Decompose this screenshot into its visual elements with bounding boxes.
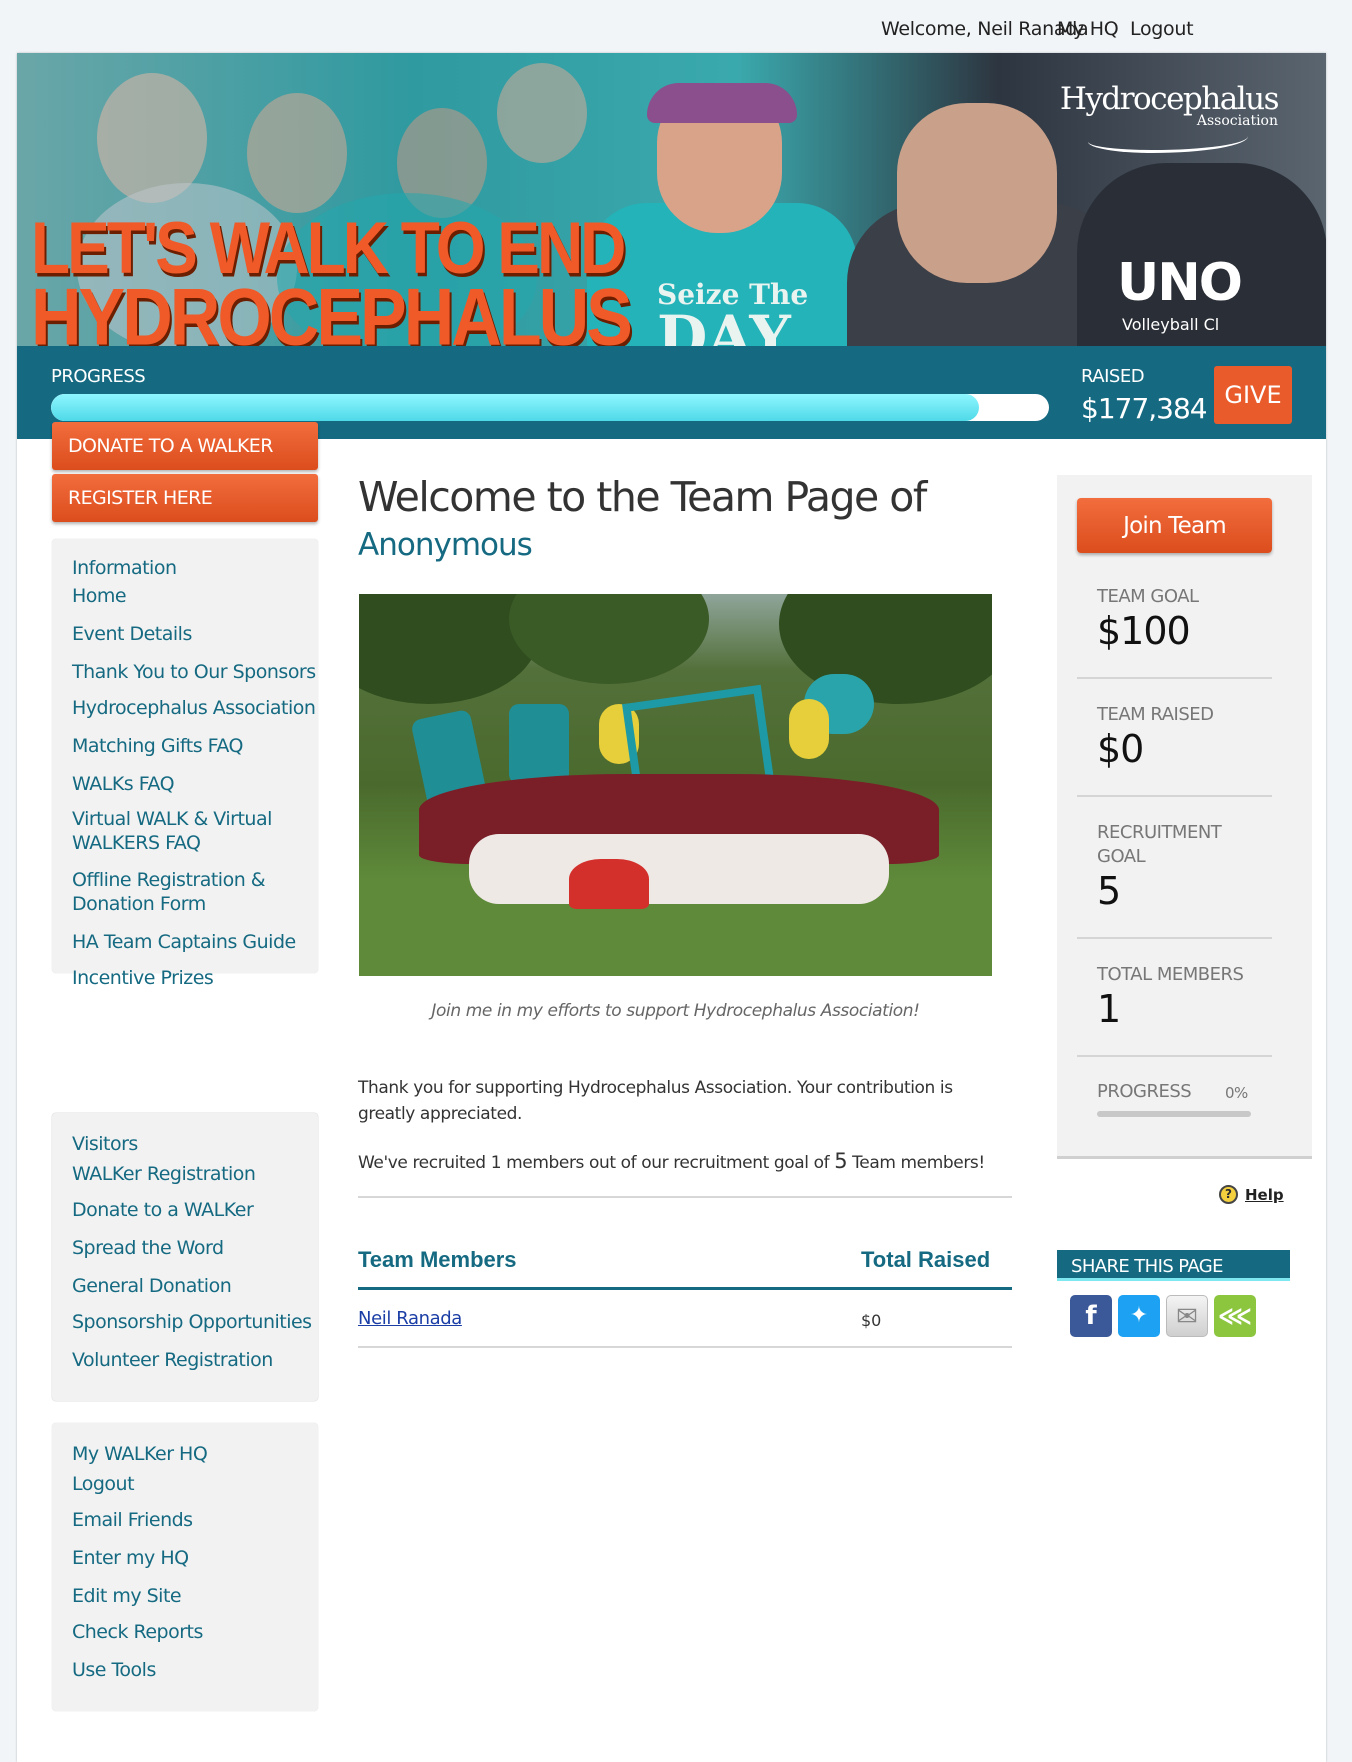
team-goal-label: TEAM GOAL — [1097, 586, 1199, 607]
nav-hydrocephalus-association[interactable]: Hydrocephalus Association — [72, 696, 316, 720]
table-header-line — [358, 1287, 1012, 1290]
register-here-button[interactable]: REGISTER HERE — [52, 474, 318, 522]
nav-hq-logout[interactable]: Logout — [72, 1472, 135, 1496]
table-row-divider — [358, 1346, 1012, 1348]
raised-label: RAISED — [1081, 366, 1145, 387]
team-members-header: Team Members — [358, 1247, 517, 1272]
nav-incentive-prizes[interactable]: Incentive Prizes — [72, 966, 214, 990]
nav-sponsorship-opportunities[interactable]: Sponsorship Opportunities — [72, 1310, 312, 1334]
visitors-panel-box: Visitors WALKer Registration Donate to a… — [52, 1113, 318, 1401]
total-raised-header: Total Raised — [861, 1247, 991, 1272]
join-team-button[interactable]: Join Team — [1077, 498, 1272, 553]
nav-matching-gifts-faq[interactable]: Matching Gifts FAQ — [72, 734, 243, 758]
raised-value: $177,384 — [1081, 392, 1208, 425]
nav-virtual-walk-faq[interactable]: Virtual WALK & Virtual WALKERS FAQ — [72, 807, 282, 855]
recruitment-goal-label: RECRUITMENT GOAL — [1097, 822, 1222, 867]
donate-to-walker-button[interactable]: DONATE TO A WALKER — [52, 422, 318, 470]
logo-title: Hydrocephalus — [1059, 81, 1280, 117]
nav-event-details[interactable]: Event Details — [72, 622, 192, 646]
nav-walker-registration[interactable]: WALKer Registration — [72, 1162, 256, 1186]
recruit-text: We've recruited 1 members out of our rec… — [358, 1148, 1018, 1176]
shirt-text-day: DAY — [657, 303, 791, 346]
nav-home[interactable]: Home — [72, 584, 127, 608]
give-button[interactable]: GIVE — [1214, 366, 1292, 424]
team-stats-panel: Join Team TEAM GOAL $100 TEAM RAISED $0 … — [1057, 475, 1312, 1159]
member-raised: $0 — [861, 1311, 882, 1330]
nav-walks-faq[interactable]: WALKs FAQ — [72, 772, 175, 796]
team-progress-pct: 0% — [1225, 1084, 1248, 1102]
hq-heading: My WALKer HQ — [72, 1443, 208, 1465]
nav-check-reports[interactable]: Check Reports — [72, 1620, 203, 1644]
share-icon[interactable]: ⋘ — [1214, 1295, 1256, 1337]
hero-banner: Seize The DAY UNO Volleyball Cl LET'S WA… — [17, 53, 1326, 346]
share-heading: SHARE THIS PAGE — [1057, 1250, 1290, 1281]
progress-label: PROGRESS — [51, 366, 146, 387]
team-raised-value: $0 — [1097, 727, 1144, 771]
logo-swoosh-icon — [1088, 125, 1248, 153]
jacket-text: UNO — [1117, 253, 1243, 313]
top-nav: Welcome, Neil Ranada My HQ Logout — [0, 0, 1352, 54]
nav-enter-hq[interactable]: Enter my HQ — [72, 1546, 189, 1570]
total-members-label: TOTAL MEMBERS — [1097, 964, 1244, 985]
nav-offline-registration[interactable]: Offline Registration & Donation Form — [72, 868, 272, 916]
member-name-link[interactable]: Neil Ranada — [358, 1308, 462, 1329]
nav-sponsors[interactable]: Thank You to Our Sponsors — [72, 660, 316, 684]
content-divider — [358, 1196, 1012, 1198]
facebook-icon[interactable]: f — [1070, 1295, 1112, 1337]
photo-caption: Join me in my efforts to support Hydroce… — [431, 1001, 920, 1021]
thanks-text: Thank you for supporting Hydrocephalus A… — [358, 1078, 953, 1124]
association-logo[interactable]: Hydrocephalus Association — [1059, 81, 1280, 153]
nav-team-captains-guide[interactable]: HA Team Captains Guide — [72, 930, 296, 954]
help-link[interactable]: Help — [1245, 1186, 1284, 1204]
recruitment-goal-value: 5 — [1097, 869, 1121, 913]
page-title: Welcome to the Team Page of — [358, 473, 927, 521]
visitors-heading: Visitors — [72, 1133, 138, 1155]
nav-general-donation[interactable]: General Donation — [72, 1274, 232, 1298]
progress-bar-fill — [51, 394, 980, 421]
information-heading: Information — [72, 557, 177, 579]
banner-slogan-line2: HYDROCEPHALUS — [31, 272, 633, 346]
information-panel: Information Home Event Details Thank You… — [52, 539, 318, 989]
team-progress-bar — [1097, 1111, 1251, 1117]
total-members-value: 1 — [1097, 987, 1121, 1031]
recruit-text-post: Team members! — [852, 1153, 985, 1173]
nav-email-friends[interactable]: Email Friends — [72, 1508, 193, 1532]
nav-donate-to-walker[interactable]: Donate to a WALKer — [72, 1198, 254, 1222]
progress-bar — [51, 394, 1049, 421]
team-name: Anonymous — [358, 527, 533, 563]
logout-link[interactable]: Logout — [1130, 18, 1194, 40]
nav-volunteer-registration[interactable]: Volunteer Registration — [72, 1348, 273, 1372]
jacket-text-sub: Volleyball Cl — [1122, 315, 1220, 334]
help-icon[interactable]: ? — [1219, 1185, 1238, 1204]
nav-edit-site[interactable]: Edit my Site — [72, 1584, 182, 1608]
recruit-goal-number: 5 — [834, 1149, 848, 1173]
recruit-text-pre: We've recruited 1 members out of our rec… — [358, 1153, 830, 1173]
nav-spread-the-word[interactable]: Spread the Word — [72, 1236, 224, 1260]
twitter-icon[interactable]: ✦ — [1118, 1295, 1160, 1337]
team-photo — [359, 594, 992, 976]
nav-use-tools[interactable]: Use Tools — [72, 1658, 156, 1682]
my-hq-link[interactable]: My HQ — [1057, 18, 1119, 40]
team-raised-label: TEAM RAISED — [1097, 704, 1214, 725]
email-icon[interactable]: ✉ — [1166, 1295, 1208, 1337]
team-goal-value: $100 — [1097, 609, 1191, 653]
hq-panel: My WALKer HQ Logout Email Friends Enter … — [52, 1423, 318, 1711]
